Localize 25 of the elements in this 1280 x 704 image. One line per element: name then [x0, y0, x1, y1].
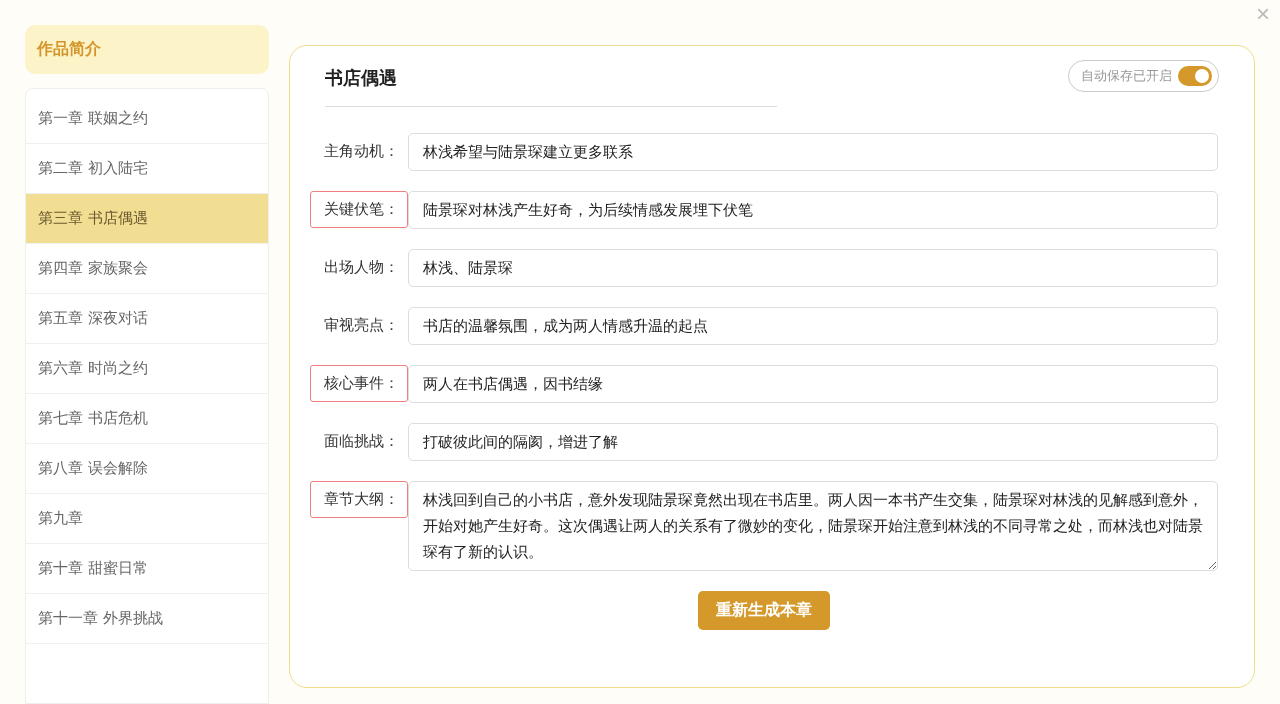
chapter-item[interactable]: 第八章 误会解除: [26, 444, 268, 494]
outline-textarea[interactable]: 林浅回到自己的小书店，意外发现陆景琛竟然出现在书店里。两人因一本书产生交集，陆景琛对林浅的见解感到意外，开始对她产生好奇。这次偶遇让两人的关系有了微妙的变化，陆景琛开始注意到林浅的不同寻常之处，而林浅也对陆景琛有了新的认识。: [408, 481, 1218, 571]
field-label: 章节大纲：: [310, 481, 408, 518]
field-label: 审视亮点：: [323, 315, 400, 336]
chapter-title: 书店偶遇: [325, 60, 777, 107]
text-field[interactable]: 打破彼此间的隔阂，增进了解: [408, 423, 1218, 461]
chapter-item[interactable]: 第七章 书店危机: [26, 394, 268, 444]
chapter-item[interactable]: 第九章: [26, 494, 268, 544]
chapter-item[interactable]: 第十章 甜蜜日常: [26, 544, 268, 594]
field-label: 关键伏笔：: [310, 191, 408, 228]
text-field[interactable]: 林浅、陆景琛: [408, 249, 1218, 287]
text-field[interactable]: 陆景琛对林浅产生好奇，为后续情感发展埋下伏笔: [408, 191, 1218, 229]
field-label: 面临挑战：: [323, 431, 400, 452]
field-label: 主角动机：: [323, 141, 400, 162]
field-label: 核心事件：: [310, 365, 408, 402]
chapter-item[interactable]: 第四章 家族聚会: [26, 244, 268, 294]
chapter-item[interactable]: 第三章 书店偶遇: [26, 194, 268, 244]
text-field[interactable]: 书店的温馨氛围，成为两人情感升温的起点: [408, 307, 1218, 345]
field-label: 出场人物：: [323, 257, 400, 278]
text-field[interactable]: 林浅希望与陆景琛建立更多联系: [408, 133, 1218, 171]
text-field[interactable]: 两人在书店偶遇，因书结缘: [408, 365, 1218, 403]
chapter-item[interactable]: 第十一章 外界挑战: [26, 594, 268, 644]
chapter-item[interactable]: 第一章 联姻之约: [26, 94, 268, 144]
chapter-item[interactable]: 第五章 深夜对话: [26, 294, 268, 344]
chapter-item[interactable]: 第六章 时尚之约: [26, 344, 268, 394]
